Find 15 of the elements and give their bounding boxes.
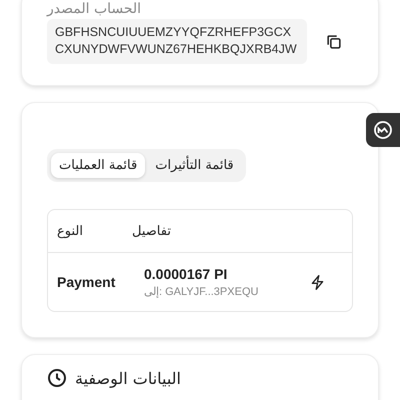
tab[interactable]: قائمة العمليات <box>51 153 146 178</box>
operation-type: Payment <box>56 274 116 290</box>
account-address: GBFHSNCUIUUEMZYYQFZRHEFP3GCXCXUNYDWFVWUNZ67HEHKBQJXRB4JW <box>47 19 307 64</box>
copy-icon[interactable] <box>325 32 343 50</box>
amount: 0.0000167 PI <box>144 266 228 282</box>
destination-address: إلى: GALYJF...3PXEQU <box>144 285 260 298</box>
section-title: البيانات الوصفية <box>75 368 181 388</box>
lightning-icon <box>309 274 326 290</box>
tab[interactable]: قائمة التأثيرات <box>147 153 242 178</box>
clock-icon <box>47 368 67 388</box>
column-header: تفاصيل <box>132 224 171 238</box>
logo-icon <box>373 120 393 140</box>
field-label: الحساب المصدر <box>47 1 142 19</box>
floating-button[interactable] <box>366 113 400 147</box>
column-header: النوع <box>57 224 83 238</box>
